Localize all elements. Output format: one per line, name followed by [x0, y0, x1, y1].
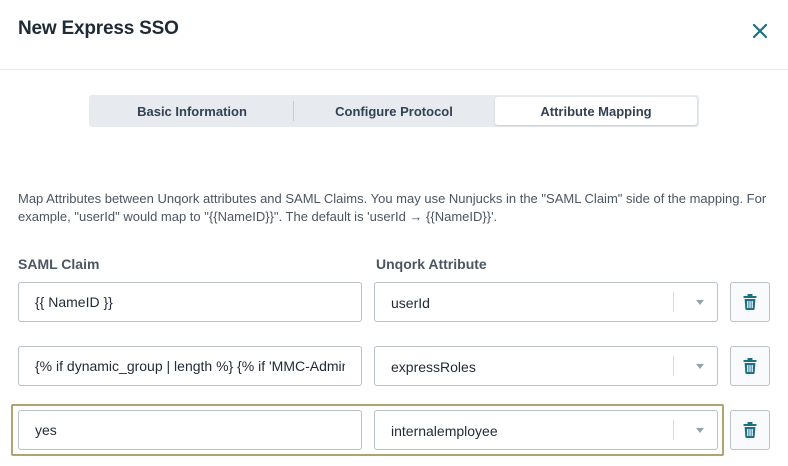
select-divider: [673, 292, 674, 312]
chevron-down-icon[interactable]: [696, 364, 704, 369]
trash-icon: [743, 294, 757, 310]
select-value: userId: [391, 295, 430, 311]
select-divider: [673, 420, 674, 440]
chevron-down-icon[interactable]: [696, 428, 704, 433]
tab-configure-protocol[interactable]: Configure Protocol: [293, 97, 495, 125]
close-icon: [752, 23, 768, 39]
chevron-down-icon[interactable]: [696, 300, 704, 305]
select-divider: [673, 356, 674, 376]
unqork-attribute-select[interactable]: internalemployee: [374, 410, 718, 450]
saml-claim-column-label: SAML Claim: [18, 256, 100, 272]
close-button[interactable]: [748, 19, 772, 43]
tab-attribute-mapping[interactable]: Attribute Mapping: [495, 97, 697, 125]
saml-claim-input[interactable]: [18, 410, 362, 450]
delete-row-button[interactable]: [730, 346, 770, 386]
trash-icon: [743, 422, 757, 438]
select-value: expressRoles: [391, 359, 476, 375]
saml-claim-input[interactable]: [18, 282, 362, 322]
unqork-attribute-select[interactable]: expressRoles: [374, 346, 718, 386]
unqork-attribute-column-label: Unqork Attribute: [376, 256, 487, 272]
unqork-attribute-select[interactable]: userId: [374, 282, 718, 322]
tab-basic-information[interactable]: Basic Information: [91, 97, 293, 125]
dialog-header: New Express SSO: [0, 0, 788, 70]
tab-bar: Basic Information Configure Protocol Att…: [89, 95, 699, 127]
saml-claim-input[interactable]: [18, 346, 362, 386]
trash-icon: [743, 358, 757, 374]
dialog-title: New Express SSO: [18, 18, 179, 39]
mapping-description: Map Attributes between Unqork attributes…: [18, 191, 767, 224]
delete-row-button[interactable]: [730, 282, 770, 322]
delete-row-button[interactable]: [730, 410, 770, 450]
select-value: internalemployee: [391, 423, 498, 439]
